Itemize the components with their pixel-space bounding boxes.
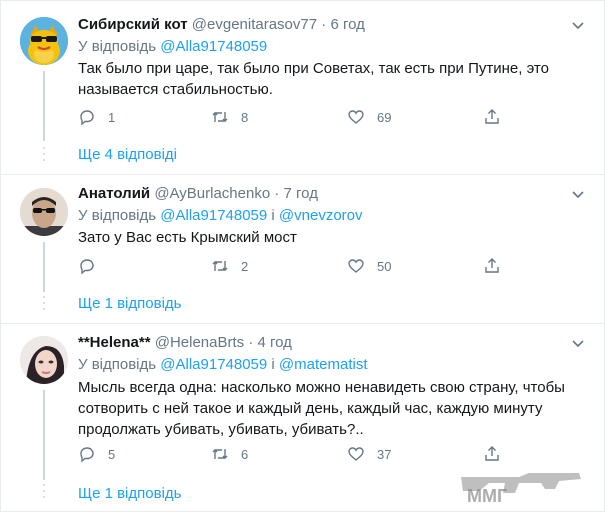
like-icon <box>348 110 364 124</box>
tweet-text: Мысль всегда одна: насколько можно ненав… <box>78 379 565 438</box>
reply-icon <box>80 259 94 275</box>
retweet-button[interactable]: 2 <box>211 256 248 276</box>
reply-prefix: У відповідь <box>78 207 161 224</box>
caret-down-icon[interactable] <box>570 186 586 202</box>
tweet-text: Так было при царе, так было при Советах,… <box>78 60 549 98</box>
tweet-actions: 2 50 <box>78 256 518 276</box>
tweet-actions: 5 6 37 <box>78 444 518 464</box>
avatar[interactable] <box>20 17 68 65</box>
avatar[interactable] <box>20 188 68 236</box>
tweet[interactable]: Сибирский кот @evgenitarasov77 · 6 год У… <box>1 1 605 175</box>
caret-down-icon[interactable] <box>570 335 586 351</box>
mention-link[interactable]: @Alla91748059 <box>160 207 267 224</box>
separator: · <box>317 16 331 33</box>
reply-icon <box>80 447 94 463</box>
like-button[interactable]: 37 <box>347 444 391 464</box>
user-handle[interactable]: @AyBurlachenko <box>154 185 270 202</box>
thread-dots <box>41 147 47 165</box>
thread-dots <box>41 484 47 502</box>
timestamp[interactable]: 4 год <box>258 334 292 351</box>
show-more-replies-link[interactable]: Ще 1 відповідь <box>78 484 181 504</box>
reply-context: У відповідь @Alla91748059 і @matematist <box>78 355 368 375</box>
thread-line <box>43 71 45 141</box>
tweet-header: Анатолий @AyBurlachenko · 7 год <box>78 184 318 204</box>
show-more-replies-link[interactable]: Ще 4 відповіді <box>78 145 177 165</box>
tweet[interactable]: Анатолий @AyBurlachenko · 7 год У відпов… <box>1 175 605 324</box>
tweet-header: Сибирский кот @evgenitarasov77 · 6 год <box>78 15 365 35</box>
separator: · <box>244 334 258 351</box>
tweet-actions: 1 8 69 <box>78 107 518 127</box>
reply-button[interactable]: 5 <box>78 444 115 464</box>
user-handle[interactable]: @HelenaBrts <box>155 334 244 351</box>
watermark-logo: ММГ <box>461 473 581 506</box>
display-name[interactable]: **Helena** <box>78 334 151 351</box>
mention-link[interactable]: @vnevzorov <box>279 207 363 224</box>
reply-prefix: У відповідь <box>78 38 161 55</box>
mention-link[interactable]: @Alla91748059 <box>160 356 267 373</box>
thread-line <box>43 242 45 292</box>
tweet-header: **Helena** @HelenaBrts · 4 год <box>78 333 292 353</box>
share-button[interactable] <box>483 256 501 276</box>
retweet-count: 2 <box>241 258 249 274</box>
reply-prefix: У відповідь <box>78 356 161 373</box>
mention-link[interactable]: @Alla91748059 <box>160 38 267 55</box>
share-button[interactable] <box>483 107 501 127</box>
mention-link[interactable]: @matematist <box>279 356 368 373</box>
share-icon <box>485 258 499 273</box>
reply-icon <box>80 110 94 126</box>
share-icon <box>485 109 499 124</box>
retweet-icon <box>212 112 228 122</box>
reply-context: У відповідь @Alla91748059 і @vnevzorov <box>78 206 363 226</box>
caret-down-icon[interactable] <box>570 17 586 33</box>
like-count: 37 <box>377 446 392 462</box>
retweet-icon <box>212 261 228 271</box>
reply-join: і <box>267 356 279 373</box>
avatar[interactable] <box>20 336 68 384</box>
like-button[interactable]: 50 <box>347 256 391 276</box>
reply-context: У відповідь @Alla91748059 <box>78 37 267 57</box>
retweet-button[interactable]: 8 <box>211 107 248 127</box>
like-icon <box>348 259 364 273</box>
separator: · <box>270 185 284 202</box>
like-icon <box>348 447 364 461</box>
retweet-count: 8 <box>241 109 249 125</box>
reply-join: і <box>267 207 279 224</box>
like-count: 69 <box>377 109 392 125</box>
timeline: Сибирский кот @evgenitarasov77 · 6 год У… <box>0 0 605 512</box>
display-name[interactable]: Сибирский кот <box>78 16 188 33</box>
reply-count: 5 <box>108 446 116 462</box>
watermark-text: ММГ <box>467 486 507 506</box>
reply-button[interactable]: 1 <box>78 107 115 127</box>
thread-line <box>43 390 45 480</box>
like-button[interactable]: 69 <box>347 107 391 127</box>
show-more-replies-link[interactable]: Ще 1 відповідь <box>78 294 181 314</box>
thread-dots <box>41 296 47 314</box>
user-handle[interactable]: @evgenitarasov77 <box>192 16 317 33</box>
display-name[interactable]: Анатолий <box>78 185 150 202</box>
timestamp[interactable]: 7 год <box>284 185 318 202</box>
retweet-icon <box>212 449 228 459</box>
retweet-count: 6 <box>241 446 249 462</box>
like-count: 50 <box>377 258 392 274</box>
tweet-text: Зато у Вас есть Крымский мост <box>78 229 297 246</box>
reply-button[interactable] <box>78 256 108 276</box>
timestamp[interactable]: 6 год <box>330 16 364 33</box>
retweet-button[interactable]: 6 <box>211 444 248 464</box>
reply-count: 1 <box>108 109 116 125</box>
